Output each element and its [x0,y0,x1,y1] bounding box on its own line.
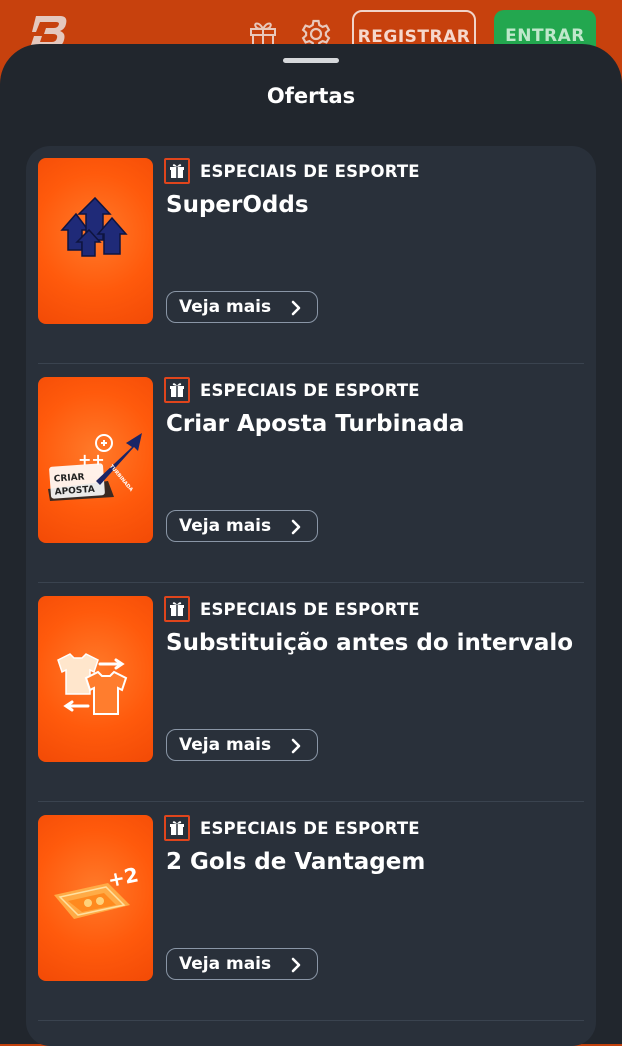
two-goals-advantage-image[interactable]: +2 [38,815,153,981]
see-more-button[interactable]: Veja mais [166,729,318,761]
sheet-title: Ofertas [266,84,356,108]
criar-aposta-turbinada-image[interactable]: CRIAR APOSTA ++ TURBINADA [38,377,153,543]
turbinada-text: TURBINADA [108,464,134,493]
superodds-arrows-image[interactable] [38,158,153,324]
see-more-button[interactable]: Veja mais [166,291,318,323]
svg-text:++: ++ [78,450,105,469]
chevron-right-icon [291,519,301,535]
gift-box-icon [164,596,190,622]
divider [38,1020,584,1021]
chevron-right-icon [291,957,301,973]
offer-item: CRIAR APOSTA ++ TURBINADA ESPECIAIS DE E… [38,365,584,583]
sheet-drag-handle[interactable] [283,58,339,63]
divider [38,801,584,802]
see-more-label: Veja mais [179,735,272,755]
offers-list: ESPECIAIS DE ESPORTE SuperOdds Veja mais… [26,146,596,1046]
offers-bottom-sheet: Ofertas ESPECIAIS DE ESPORTE SuperOdds V… [0,44,622,1046]
substitution-shirts-image[interactable] [38,596,153,762]
offer-item: ESPECIAIS DE ESPORTE Substituição antes … [38,584,584,802]
offer-title[interactable]: 2 Gols de Vantagem [166,849,425,875]
offer-item: +2 ESPECIAIS DE ESPORTE 2 Gols de Vantag… [38,803,584,1021]
offer-item: ESPECIAIS DE ESPORTE SuperOdds Veja mais [38,146,584,364]
divider [38,363,584,364]
plus-two-text: +2 [106,862,141,892]
see-more-button[interactable]: Veja mais [166,510,318,542]
divider [38,582,584,583]
see-more-label: Veja mais [179,954,272,974]
see-more-button[interactable]: Veja mais [166,948,318,980]
offer-title[interactable]: Criar Aposta Turbinada [166,411,464,437]
offer-title[interactable]: Substituição antes do intervalo [166,630,573,656]
offer-category-label: ESPECIAIS DE ESPORTE [200,381,420,400]
offer-title[interactable]: SuperOdds [166,192,309,218]
offer-category-label: ESPECIAIS DE ESPORTE [200,600,420,619]
see-more-label: Veja mais [179,516,272,536]
see-more-label: Veja mais [179,297,272,317]
gift-box-icon [164,158,190,184]
gift-box-icon [164,815,190,841]
gift-box-icon [164,377,190,403]
offer-category-label: ESPECIAIS DE ESPORTE [200,162,420,181]
chevron-right-icon [291,738,301,754]
offer-category-label: ESPECIAIS DE ESPORTE [200,819,420,838]
chevron-right-icon [291,300,301,316]
